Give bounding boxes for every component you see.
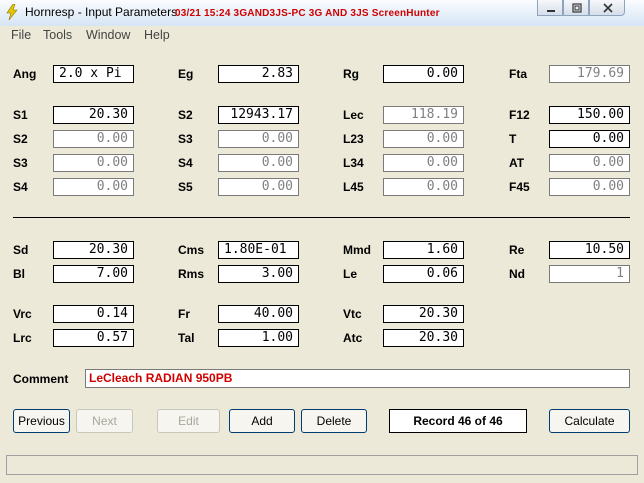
label-le: Le bbox=[343, 267, 358, 281]
status-bar bbox=[6, 455, 638, 475]
delete-button[interactable]: Delete bbox=[301, 409, 367, 433]
le-field[interactable]: 0.06 bbox=[383, 265, 464, 283]
close-button[interactable] bbox=[589, 0, 625, 16]
f12-field[interactable]: 150.00 bbox=[549, 106, 630, 124]
menu-tools[interactable]: Tools bbox=[43, 28, 72, 42]
s1-field[interactable]: 20.30 bbox=[53, 106, 134, 124]
label-eg: Eg bbox=[178, 67, 194, 81]
l23-field[interactable]: 0.00 bbox=[383, 130, 464, 148]
label-comment: Comment bbox=[13, 372, 69, 386]
window-title: Hornresp - Input Parameters bbox=[25, 5, 178, 19]
vrc-field[interactable]: 0.14 bbox=[53, 305, 134, 323]
s2-field[interactable]: 0.00 bbox=[53, 130, 134, 148]
label-rg: Rg bbox=[343, 67, 359, 81]
maximize-button[interactable] bbox=[563, 0, 589, 16]
label-at: AT bbox=[509, 156, 525, 170]
s4-col2-field[interactable]: 0.00 bbox=[218, 154, 299, 172]
next-button[interactable]: Next bbox=[76, 409, 133, 433]
label-rms: Rms bbox=[178, 267, 205, 281]
l34-field[interactable]: 0.00 bbox=[383, 154, 464, 172]
s4-field[interactable]: 0.00 bbox=[53, 178, 134, 196]
label-cms: Cms bbox=[178, 243, 205, 257]
f45-field[interactable]: 0.00 bbox=[549, 178, 630, 196]
nd-field[interactable]: 1 bbox=[549, 265, 630, 283]
label-t: T bbox=[509, 132, 517, 146]
atc-field[interactable]: 20.30 bbox=[383, 329, 464, 347]
s5-field[interactable]: 0.00 bbox=[218, 178, 299, 196]
at-field[interactable]: 0.00 bbox=[549, 154, 630, 172]
s2-col2-field[interactable]: 12943.17 bbox=[218, 106, 299, 124]
l45-field[interactable]: 0.00 bbox=[383, 178, 464, 196]
label-l45: L45 bbox=[343, 180, 364, 194]
vtc-field[interactable]: 20.30 bbox=[383, 305, 464, 323]
section-divider bbox=[13, 217, 630, 218]
label-f12: F12 bbox=[509, 108, 530, 122]
minimize-icon bbox=[547, 10, 555, 12]
lec-field[interactable]: 118.19 bbox=[383, 106, 464, 124]
cms-field[interactable]: 1.80E-01 bbox=[218, 241, 299, 259]
label-s5: S5 bbox=[178, 180, 193, 194]
rg-field[interactable]: 0.00 bbox=[383, 65, 464, 83]
label-s2-col2: S2 bbox=[178, 108, 193, 122]
label-vtc: Vtc bbox=[343, 307, 362, 321]
ang-field[interactable]: 2.0 x Pi bbox=[53, 65, 134, 83]
label-fr: Fr bbox=[178, 307, 190, 321]
mmd-field[interactable]: 1.60 bbox=[383, 241, 464, 259]
label-s3: S3 bbox=[13, 156, 28, 170]
screenhunter-overlay: 03/21 15:24 3GAND3JS-PC 3G AND 3JS Scree… bbox=[175, 8, 440, 19]
label-mmd: Mmd bbox=[343, 243, 371, 257]
t-field[interactable]: 0.00 bbox=[549, 130, 630, 148]
comment-field[interactable]: LeCleach RADIAN 950PB bbox=[85, 369, 630, 388]
add-button[interactable]: Add bbox=[229, 409, 295, 433]
label-atc: Atc bbox=[343, 331, 363, 345]
menu-help[interactable]: Help bbox=[144, 28, 170, 42]
hornresp-app-icon bbox=[6, 4, 18, 20]
re-field[interactable]: 10.50 bbox=[549, 241, 630, 259]
label-l23: L23 bbox=[343, 132, 364, 146]
calculate-button[interactable]: Calculate bbox=[549, 409, 630, 433]
lrc-field[interactable]: 0.57 bbox=[53, 329, 134, 347]
close-icon bbox=[603, 3, 613, 13]
previous-button[interactable]: Previous bbox=[13, 409, 70, 433]
label-bl: Bl bbox=[13, 267, 25, 281]
label-vrc: Vrc bbox=[13, 307, 32, 321]
minimize-button[interactable] bbox=[537, 0, 563, 16]
fta-field[interactable]: 179.69 bbox=[549, 65, 630, 83]
label-tal: Tal bbox=[178, 331, 195, 345]
rms-field[interactable]: 3.00 bbox=[218, 265, 299, 283]
eg-field[interactable]: 2.83 bbox=[218, 65, 299, 83]
label-fta: Fta bbox=[509, 67, 527, 81]
label-l34: L34 bbox=[343, 156, 364, 170]
label-nd: Nd bbox=[509, 267, 525, 281]
menu-file[interactable]: File bbox=[11, 28, 31, 42]
label-s4: S4 bbox=[13, 180, 28, 194]
label-lec: Lec bbox=[343, 108, 364, 122]
tal-field[interactable]: 1.00 bbox=[218, 329, 299, 347]
menu-bar: File Tools Window Help bbox=[0, 26, 644, 45]
s3-col2-field[interactable]: 0.00 bbox=[218, 130, 299, 148]
label-s1: S1 bbox=[13, 108, 28, 122]
label-ang: Ang bbox=[13, 67, 37, 81]
label-s4-col2: S4 bbox=[178, 156, 193, 170]
label-re: Re bbox=[509, 243, 525, 257]
label-sd: Sd bbox=[13, 243, 29, 257]
s3-field[interactable]: 0.00 bbox=[53, 154, 134, 172]
bl-field[interactable]: 7.00 bbox=[53, 265, 134, 283]
sd-field[interactable]: 20.30 bbox=[53, 241, 134, 259]
label-s3-col2: S3 bbox=[178, 132, 193, 146]
label-lrc: Lrc bbox=[13, 331, 32, 345]
label-f45: F45 bbox=[509, 180, 530, 194]
record-indicator: Record 46 of 46 bbox=[389, 409, 527, 433]
fr-field[interactable]: 40.00 bbox=[218, 305, 299, 323]
edit-button[interactable]: Edit bbox=[157, 409, 220, 433]
title-bar[interactable]: Hornresp - Input Parameters 03/21 15:24 … bbox=[0, 0, 644, 27]
label-s2: S2 bbox=[13, 132, 28, 146]
menu-window[interactable]: Window bbox=[86, 28, 130, 42]
maximize-icon bbox=[572, 3, 582, 13]
